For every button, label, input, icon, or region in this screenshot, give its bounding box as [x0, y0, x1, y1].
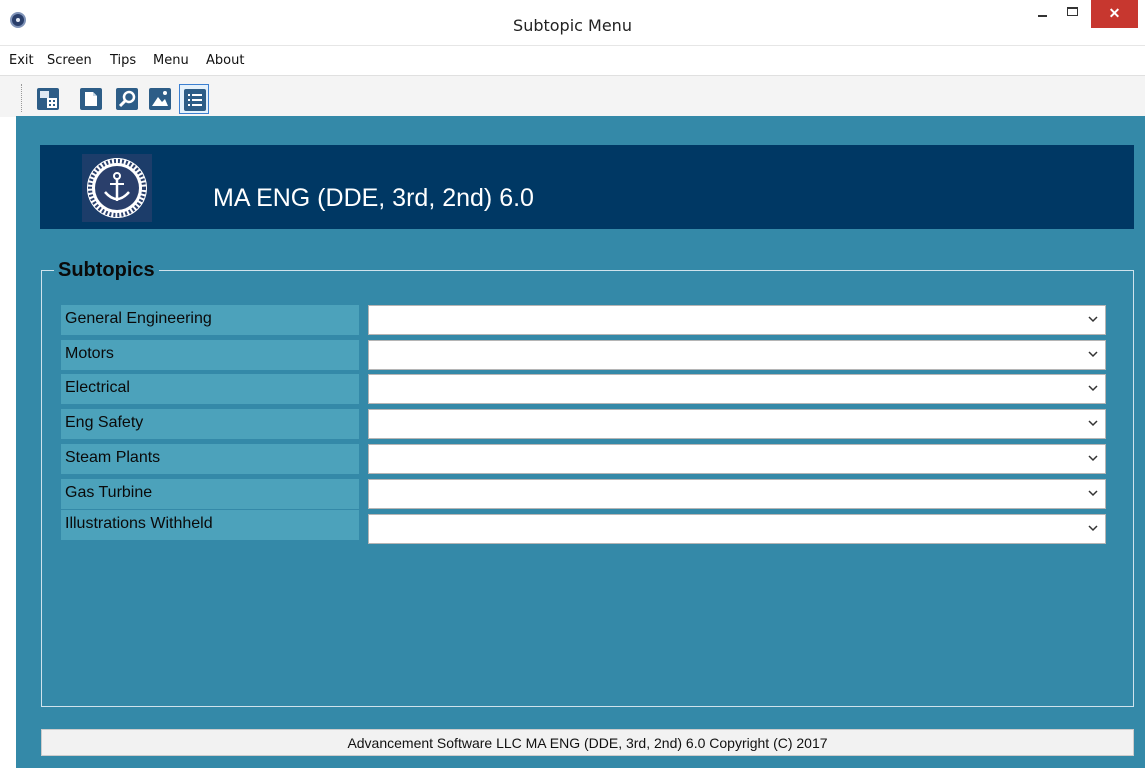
gas-turbine-dropdown[interactable]	[368, 479, 1106, 509]
calculator-button[interactable]	[33, 84, 63, 114]
status-bar: Advancement Software LLC MA ENG (DDE, 3r…	[41, 729, 1134, 756]
title-bar: Subtopic Menu ✕	[0, 0, 1145, 46]
list-button[interactable]	[179, 84, 209, 114]
new-document-button[interactable]	[76, 84, 106, 114]
chevron-down-icon	[1088, 351, 1098, 358]
chevron-down-icon	[1088, 525, 1098, 532]
subtopic-label: Illustrations Withheld	[61, 510, 359, 540]
minimize-icon	[1038, 15, 1047, 17]
toolbar	[0, 75, 1145, 117]
subtopics-heading: Subtopics	[54, 259, 159, 282]
banner-title: MA ENG (DDE, 3rd, 2nd) 6.0	[213, 184, 534, 212]
anchor-emblem-icon	[82, 154, 152, 222]
motors-dropdown[interactable]	[368, 340, 1106, 370]
toolbar-grip[interactable]	[21, 84, 24, 112]
menu-menu[interactable]: Menu	[153, 53, 189, 68]
new-document-icon	[80, 88, 102, 110]
subtopic-label: Electrical	[61, 374, 359, 404]
subtopic-label: Gas Turbine	[61, 479, 359, 509]
chevron-down-icon	[1088, 490, 1098, 497]
search-button[interactable]	[112, 84, 142, 114]
calculator-icon	[37, 88, 59, 110]
close-icon: ✕	[1108, 5, 1121, 21]
menu-exit[interactable]: Exit	[9, 53, 34, 68]
electrical-dropdown[interactable]	[368, 374, 1106, 404]
minimize-button[interactable]	[1028, 0, 1058, 30]
window-title: Subtopic Menu	[513, 16, 632, 35]
chevron-down-icon	[1088, 385, 1098, 392]
image-icon	[149, 88, 171, 110]
maximize-icon	[1067, 7, 1078, 16]
chevron-down-icon	[1088, 420, 1098, 427]
maximize-button[interactable]	[1058, 0, 1088, 30]
subtopic-label: General Engineering	[61, 305, 359, 335]
general-engineering-dropdown[interactable]	[368, 305, 1106, 335]
menu-about[interactable]: About	[206, 53, 244, 68]
close-button[interactable]: ✕	[1091, 0, 1138, 28]
search-icon	[116, 88, 138, 110]
main-panel: MA ENG (DDE, 3rd, 2nd) 6.0 Subtopics Gen…	[16, 116, 1145, 768]
menu-tips[interactable]: Tips	[110, 53, 136, 68]
banner: MA ENG (DDE, 3rd, 2nd) 6.0	[40, 145, 1134, 229]
image-button[interactable]	[145, 84, 175, 114]
steam-plants-dropdown[interactable]	[368, 444, 1106, 474]
chevron-down-icon	[1088, 455, 1098, 462]
chevron-down-icon	[1088, 316, 1098, 323]
illustrations-withheld-dropdown[interactable]	[368, 514, 1106, 544]
subtopic-label: Steam Plants	[61, 444, 359, 474]
eng-safety-dropdown[interactable]	[368, 409, 1106, 439]
menu-bar: Exit Screen Tips Menu About	[0, 47, 1145, 74]
menu-screen[interactable]: Screen	[47, 53, 92, 68]
subtopic-label: Motors	[61, 340, 359, 370]
subtopic-label: Eng Safety	[61, 409, 359, 439]
list-icon	[184, 89, 206, 111]
